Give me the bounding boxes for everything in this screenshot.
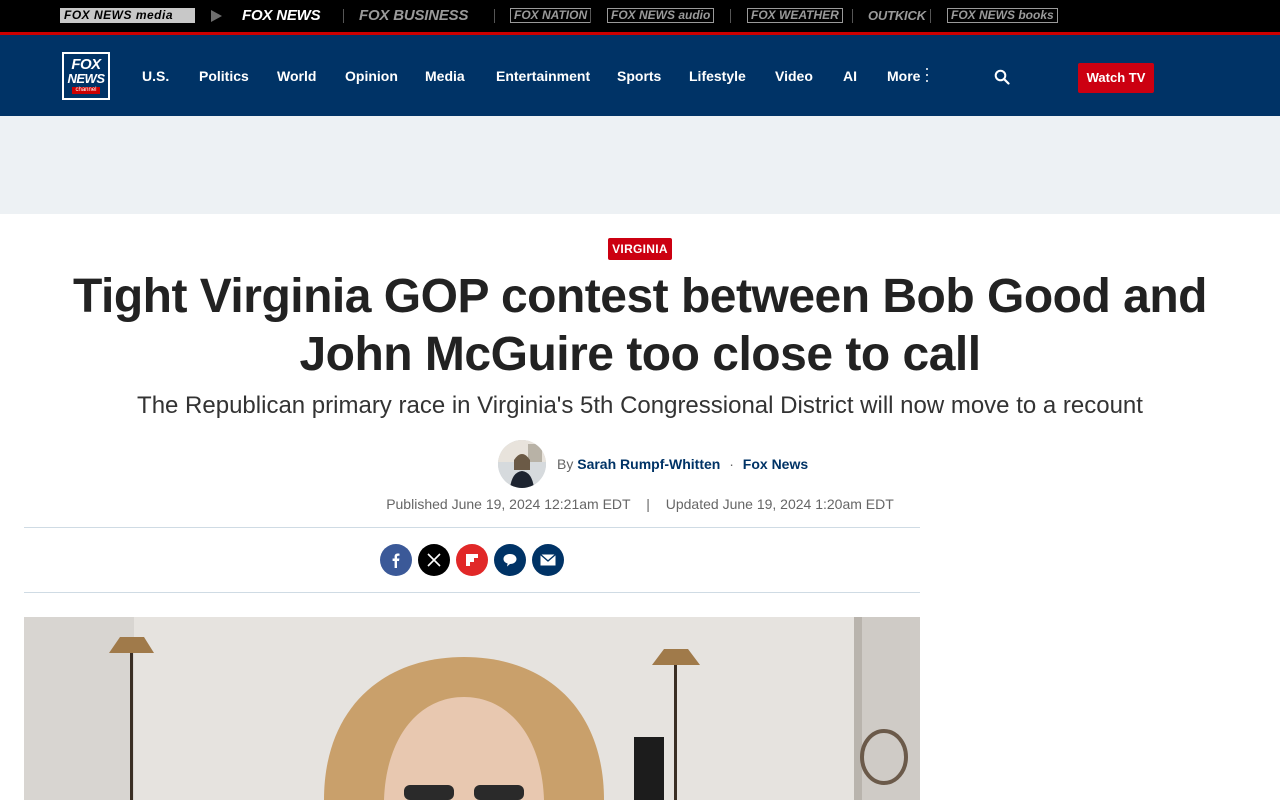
byline-prefix: By <box>557 456 574 472</box>
divider <box>730 9 731 23</box>
email-icon <box>540 554 556 566</box>
divider <box>343 9 344 23</box>
category-badge[interactable]: VIRGINIA <box>608 238 672 260</box>
divider <box>494 9 495 23</box>
nav-link-more[interactable]: More <box>887 67 920 85</box>
byline-separator: · <box>729 456 734 472</box>
author-avatar[interactable] <box>498 440 546 488</box>
updated-date: Updated June 19, 2024 1:20am EDT <box>665 496 894 512</box>
ad-slot <box>0 116 1280 214</box>
network-label: OUTKICK <box>868 8 926 23</box>
network-link-fox-business[interactable]: FOX BUSINESS <box>359 8 468 23</box>
network-link-fox-nation[interactable]: FOX NATION <box>510 8 592 23</box>
nav-link-lifestyle[interactable]: Lifestyle <box>689 67 746 85</box>
article-subheadline: The Republican primary race in Virginia'… <box>137 392 1143 419</box>
logo-text: channel <box>72 87 100 94</box>
byline: By Sarah Rumpf-Whitten · Fox News <box>557 456 808 472</box>
nav-link-video[interactable]: Video <box>775 67 813 85</box>
author-row: By Sarah Rumpf-Whitten · Fox News <box>498 440 808 488</box>
comments-icon <box>503 554 517 567</box>
share-comments-button[interactable] <box>494 544 526 576</box>
main-nav: FOX NEWS channel U.S. Politics World Opi… <box>0 35 1280 116</box>
watch-tv-button[interactable]: Watch TV <box>1078 63 1154 93</box>
share-facebook-button[interactable] <box>380 544 412 576</box>
logo-text: NEWS <box>67 71 106 86</box>
flipboard-icon <box>466 554 478 566</box>
share-x-button[interactable] <box>418 544 450 576</box>
nav-link-world[interactable]: World <box>277 67 316 85</box>
nav-link-ai[interactable]: AI <box>843 67 857 85</box>
article-dates: Published June 19, 2024 12:21am EDT | Up… <box>300 496 980 512</box>
share-email-button[interactable] <box>532 544 564 576</box>
network-label: FOX NEWS audio <box>607 8 715 23</box>
article-lead-image[interactable] <box>24 617 920 800</box>
network-label: FOX NEWS media <box>60 8 195 23</box>
author-link[interactable]: Sarah Rumpf-Whitten <box>577 456 720 472</box>
published-date: Published June 19, 2024 12:21am EDT <box>386 496 631 512</box>
x-icon <box>427 553 441 567</box>
divider <box>24 527 920 528</box>
nav-link-politics[interactable]: Politics <box>199 67 249 85</box>
divider <box>590 9 591 23</box>
nav-link-sports[interactable]: Sports <box>617 67 661 85</box>
divider <box>852 9 853 23</box>
network-link-fox-news-media[interactable]: FOX NEWS media <box>60 8 195 23</box>
network-label: FOX NEWS books <box>947 8 1058 23</box>
author-avatar-image <box>498 440 546 488</box>
network-bar: FOX NEWS media FOX NEWS FOX BUSINESS FOX… <box>0 0 1280 32</box>
nav-link-opinion[interactable]: Opinion <box>345 67 398 85</box>
search-icon[interactable] <box>994 69 1010 85</box>
article-headline: Tight Virginia GOP contest between Bob G… <box>73 270 1207 381</box>
fox-news-logo[interactable]: FOX NEWS channel <box>62 52 110 100</box>
network-label: FOX NATION <box>510 8 592 23</box>
network-arrow-icon <box>211 10 222 22</box>
network-link-outkick[interactable]: OUTKICK <box>868 8 926 23</box>
more-dots-icon[interactable] <box>926 68 929 82</box>
network-label: FOX BUSINESS <box>359 7 469 24</box>
outlet-link[interactable]: Fox News <box>743 456 808 472</box>
network-label: FOX WEATHER <box>747 8 843 23</box>
divider <box>24 592 920 593</box>
nav-link-us[interactable]: U.S. <box>142 67 169 85</box>
network-link-fox-news-audio[interactable]: FOX NEWS audio <box>607 8 715 23</box>
logo-text: FOX <box>71 56 101 73</box>
nav-link-entertainment[interactable]: Entertainment <box>496 67 590 85</box>
network-link-fox-news-books[interactable]: FOX NEWS books <box>947 8 1058 23</box>
facebook-icon <box>392 553 400 568</box>
share-flipboard-button[interactable] <box>456 544 488 576</box>
network-link-fox-weather[interactable]: FOX WEATHER <box>747 8 843 23</box>
nav-link-media[interactable]: Media <box>425 67 465 85</box>
lead-photo <box>24 617 920 800</box>
date-separator: | <box>646 496 650 512</box>
divider <box>930 9 931 23</box>
network-link-fox-news[interactable]: FOX NEWS <box>242 7 321 24</box>
network-label: FOX NEWS <box>242 7 321 24</box>
